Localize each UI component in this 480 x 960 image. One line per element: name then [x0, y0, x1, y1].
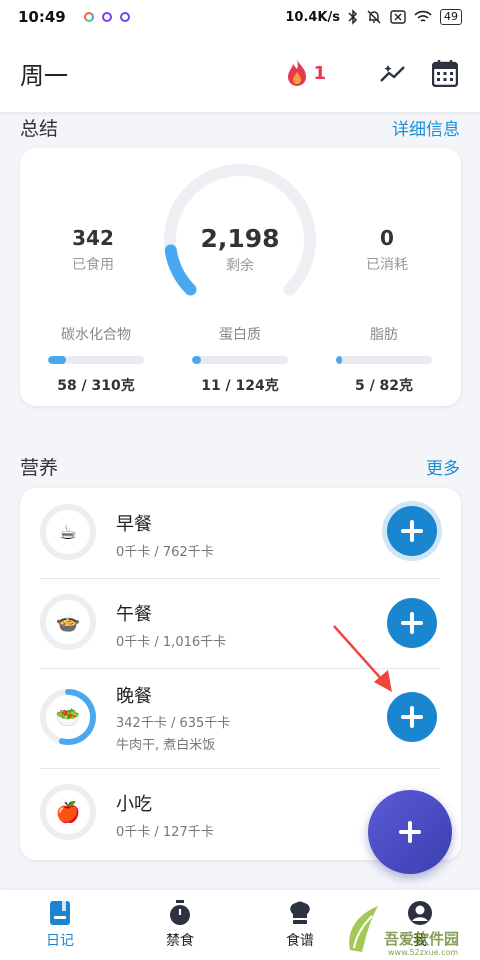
remaining-value: 2,198 [200, 224, 280, 253]
eaten-label: 已食用 [72, 257, 114, 273]
macro-value: 5 / 82克 [354, 378, 414, 394]
summary-card: 342 已食用 2,198 剩余 0 已消耗 碳水化合物 58 / 310克 蛋… [20, 148, 461, 406]
macro-label: 脂肪 [370, 327, 398, 343]
macro-value: 11 / 124克 [201, 378, 279, 394]
streak-count: 1 [313, 62, 326, 84]
stopwatch-icon [167, 900, 193, 926]
summary-section-header: 总结 详细信息 [0, 114, 480, 140]
calendar-icon [432, 60, 458, 87]
trend-button[interactable] [378, 58, 408, 88]
nav-label: 食谱 [286, 933, 314, 949]
diary-icon [47, 900, 73, 926]
macro-fill [336, 356, 342, 364]
burned-stat: 0 已消耗 [332, 226, 442, 274]
bluetooth-icon [348, 9, 358, 25]
macro-fill [48, 356, 66, 364]
meal-calories: 0千卡 / 762千卡 [116, 545, 214, 560]
watermark-text: 吾爱软件园 [384, 930, 460, 948]
meal-calories: 0千卡 / 1,016千卡 [116, 635, 227, 650]
network-speed: 10.4K/s [285, 9, 340, 25]
meal-name: 小吃 [116, 794, 152, 815]
annotation-arrow-icon [333, 625, 392, 692]
watermark-logo-icon [349, 906, 378, 952]
status-indicators: 10.4K/s 49 [285, 9, 462, 25]
burned-value: 0 [380, 226, 394, 250]
mute-bell-icon [367, 10, 381, 24]
pot-icon: 🍲 [55, 610, 81, 634]
macro-fat: 脂肪 5 / 82克 [324, 324, 444, 395]
salad-icon: 🥗 [55, 705, 81, 729]
flame-icon [288, 59, 307, 86]
summary-title: 总结 [20, 117, 59, 140]
meal-row-breakfast[interactable]: ☕ 早餐 0千卡 / 762千卡 [20, 488, 461, 578]
watermark: 吾爱软件园 www.52zxue.com [340, 900, 480, 960]
meal-foods: 牛肉干, 煮白米饭 [116, 738, 216, 753]
more-link[interactable]: 更多 [426, 454, 460, 479]
macro-label: 碳水化合物 [61, 327, 131, 343]
meal-calories: 342千卡 / 635千卡 [116, 716, 231, 731]
battery-level: 49 [440, 9, 462, 25]
apple-icon: 🍎 [55, 800, 81, 824]
nutrition-section-header: 营养 更多 [0, 453, 480, 479]
nav-label: 日记 [46, 933, 74, 949]
nav-fasting[interactable]: 禁食 [120, 890, 240, 960]
details-link[interactable]: 详细信息 [392, 115, 460, 140]
meal-name: 早餐 [116, 514, 152, 535]
add-breakfast-button[interactable] [387, 506, 437, 556]
trend-chart-icon [380, 65, 405, 82]
plus-icon [401, 706, 423, 728]
macro-fill [192, 356, 201, 364]
status-bar: 10:49 10.4K/s 49 [0, 0, 480, 34]
app-header: 周一 1 [0, 34, 480, 112]
sim-off-icon [390, 10, 406, 24]
macro-protein: 蛋白质 11 / 124克 [180, 324, 300, 395]
header-actions: 1 [285, 58, 460, 88]
watermark-url: www.52zxue.com [388, 948, 459, 957]
app-notification-icon [83, 12, 94, 22]
app-notification-icon [101, 12, 112, 22]
coffee-cup-icon: ☕ [59, 520, 77, 544]
day-selector[interactable]: 周一 [20, 56, 68, 91]
nutrition-title: 营养 [20, 456, 59, 479]
meal-calories: 0千卡 / 127千卡 [116, 825, 214, 840]
nav-label: 禁食 [166, 933, 194, 949]
macro-carbs: 碳水化合物 58 / 310克 [36, 324, 156, 395]
meal-name: 午餐 [116, 604, 152, 625]
meal-name: 晚餐 [116, 686, 152, 707]
status-time: 10:49 [18, 8, 66, 26]
macro-label: 蛋白质 [219, 327, 261, 343]
plus-icon [401, 520, 423, 542]
calendar-button[interactable] [430, 58, 460, 88]
macro-bar [336, 356, 432, 364]
remaining-label: 剩余 [226, 258, 254, 274]
app-notification-icon [119, 12, 130, 22]
chef-hat-icon [287, 900, 313, 926]
eaten-stat: 342 已食用 [38, 226, 148, 274]
macro-bar [48, 356, 144, 364]
nav-diary[interactable]: 日记 [0, 890, 120, 960]
macro-bar [192, 356, 288, 364]
plus-icon [399, 821, 421, 843]
wifi-icon [414, 10, 432, 22]
remaining-stat: 2,198 剩余 [185, 224, 295, 275]
eaten-value: 342 [72, 226, 114, 250]
streak-button[interactable]: 1 [285, 58, 326, 88]
macro-value: 58 / 310克 [57, 378, 135, 394]
burned-label: 已消耗 [366, 257, 408, 273]
quick-add-fab[interactable] [368, 790, 452, 874]
